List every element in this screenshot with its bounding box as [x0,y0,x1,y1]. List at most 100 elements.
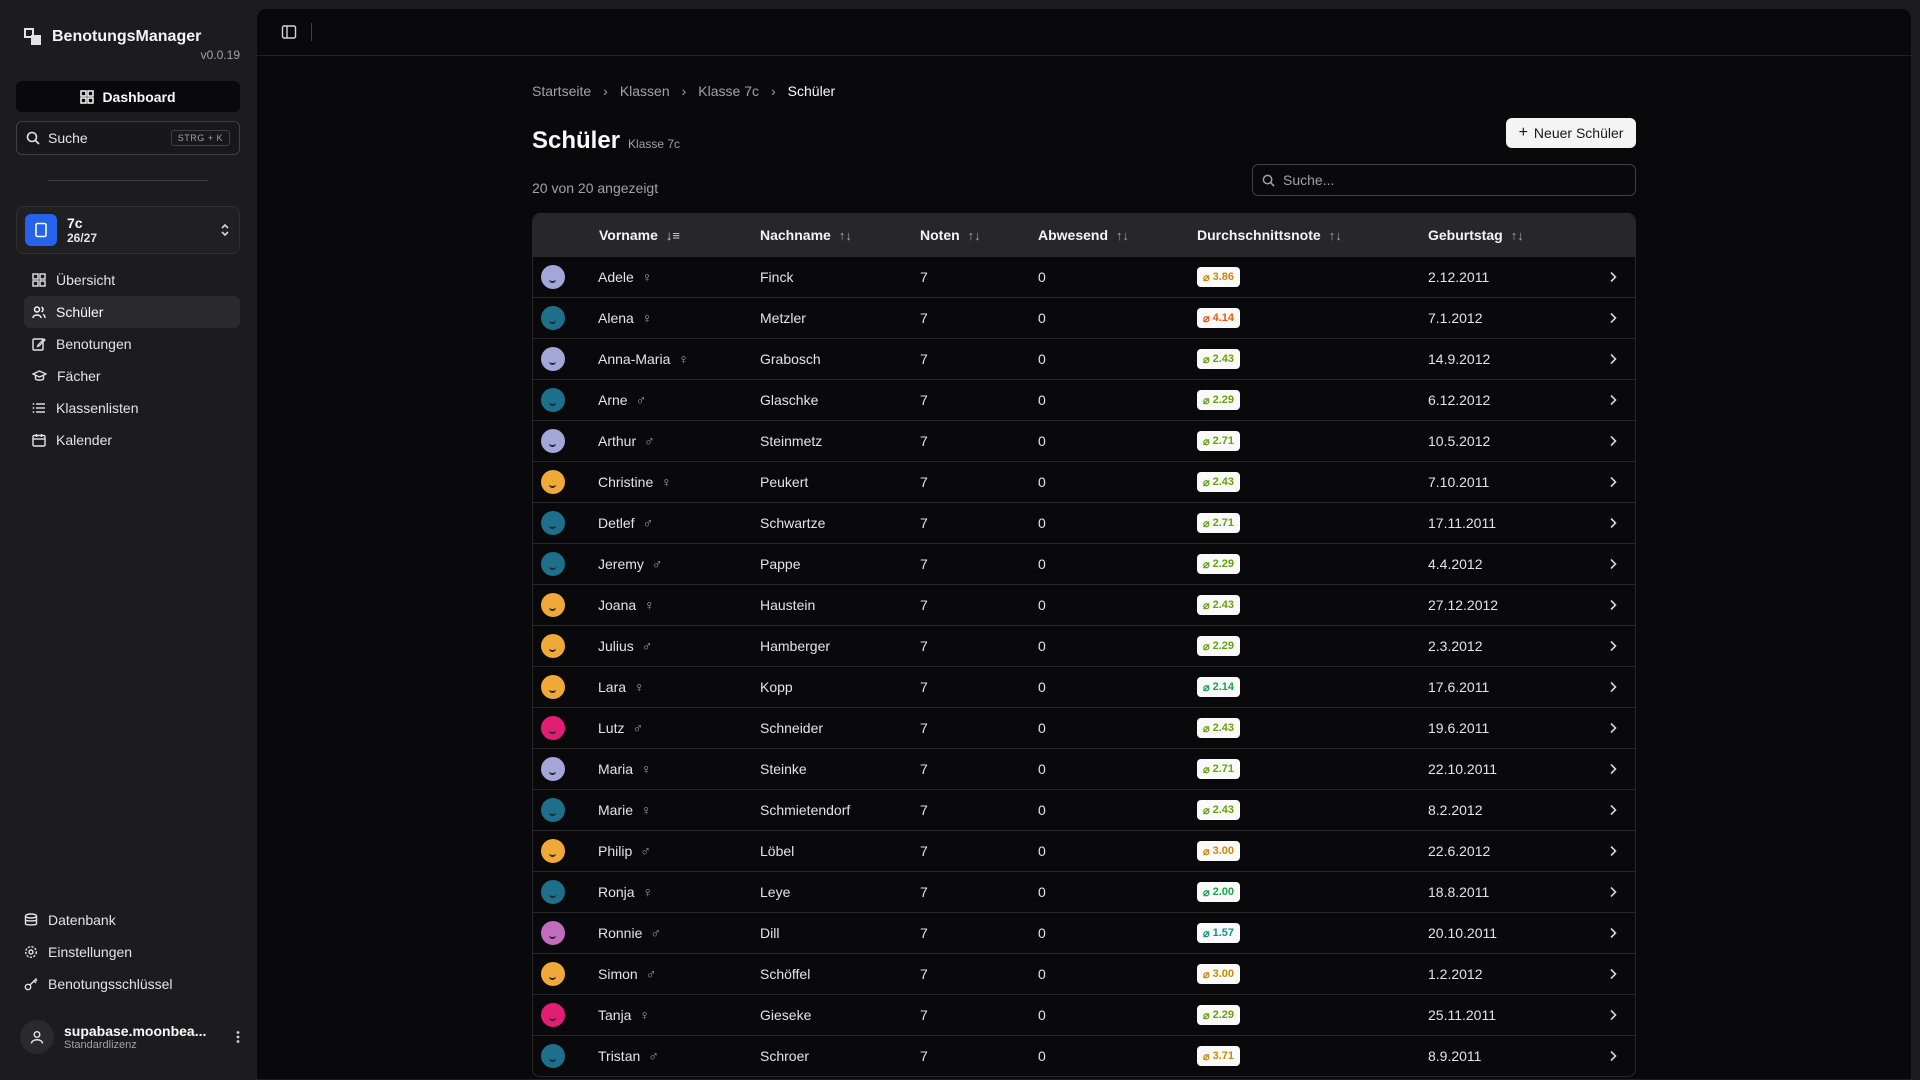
chevron-right-icon[interactable] [1609,872,1617,912]
average-grade: 3.00 [1212,968,1235,980]
chevron-right-icon[interactable] [1609,913,1617,953]
table-row[interactable]: Detlef ♂ Schwartze 7 0 ⌀ 2.71 17.11.2011 [533,502,1635,543]
sidebar-item-schueler[interactable]: Schüler [24,296,240,328]
sidebar-item-kalender[interactable]: Kalender [24,424,240,456]
chevron-right-icon[interactable] [1609,421,1617,461]
sort-icon: ↑↓ [838,227,852,243]
sidebar-item-label: Kalender [56,432,113,448]
sidebar-toggle-icon[interactable] [281,24,297,40]
search-icon [26,131,40,145]
table-row[interactable]: Christine ♀ Peukert 7 0 ⌀ 2.43 7.10.2011 [533,461,1635,502]
chevron-right-icon[interactable] [1609,831,1617,871]
table-row[interactable]: Maria ♀ Steinke 7 0 ⌀ 2.71 22.10.2011 [533,748,1635,789]
birthday: 25.11.2011 [1428,1007,1496,1023]
breadcrumb-klassen[interactable]: Klassen [620,83,670,99]
column-geburtstag[interactable]: Geburtstag ↑↓ [1428,214,1524,256]
chevron-right-icon[interactable] [1609,380,1617,420]
sidebar-item-klassenlisten[interactable]: Klassenlisten [24,392,240,424]
table-row[interactable]: Tanja ♀ Gieseke 7 0 ⌀ 2.29 25.11.2011 [533,994,1635,1035]
column-abwesend[interactable]: Abwesend ↑↓ [1038,214,1129,256]
new-student-button[interactable]: + Neuer Schüler [1506,118,1636,148]
first-name-cell: Philip ♂ [598,831,651,871]
table-row[interactable]: Arthur ♂ Steinmetz 7 0 ⌀ 2.71 10.5.2012 [533,420,1635,461]
table-row[interactable]: Philip ♂ Löbel 7 0 ⌀ 3.00 22.6.2012 [533,830,1635,871]
chevron-right-icon[interactable] [1609,257,1617,297]
avatar [541,593,565,617]
sidebar-item-benotungen[interactable]: Benotungen [24,328,240,360]
chevron-right-icon[interactable] [1609,298,1617,338]
chevron-right-icon[interactable] [1609,1036,1617,1076]
chevron-right-icon[interactable] [1609,544,1617,584]
column-durchschnittsnote[interactable]: Durchschnittsnote ↑↓ [1197,214,1342,256]
chevron-right-icon[interactable] [1609,790,1617,830]
average-grade-badge: ⌀ 3.00 [1197,964,1241,984]
table-row[interactable]: Marie ♀ Schmietendorf 7 0 ⌀ 2.43 8.2.201… [533,789,1635,830]
chevron-right-icon[interactable] [1609,749,1617,789]
table-row[interactable]: Joana ♀ Haustein 7 0 ⌀ 2.43 27.12.2012 [533,584,1635,625]
table-row[interactable]: Tristan ♂ Schroer 7 0 ⌀ 3.71 8.9.2011 [533,1035,1635,1076]
average-grade-badge: ⌀ 2.29 [1197,390,1241,410]
chevron-right-icon[interactable] [1609,626,1617,666]
dashboard-button[interactable]: Dashboard [16,81,240,112]
chevron-right-icon[interactable] [1609,667,1617,707]
brand[interactable]: BenotungsManager [24,28,201,46]
average-grade: 3.86 [1212,271,1235,283]
last-name: Löbel [760,843,795,859]
user-menu[interactable]: supabase.moonbea... Standardlizenz [20,1020,240,1054]
avatar-cell [541,380,565,420]
gender-icon: ♀ [642,884,654,900]
table-row[interactable]: Lutz ♂ Schneider 7 0 ⌀ 2.43 19.6.2011 [533,707,1635,748]
sidebar-item-einstellungen[interactable]: Einstellungen [16,936,240,968]
absent-count: 0 [1038,1048,1046,1064]
class-switcher[interactable]: 7c 26/27 [16,206,240,254]
grades-count: 7 [920,1048,928,1064]
last-name: Steinmetz [760,433,823,449]
chevron-right-icon[interactable] [1609,708,1617,748]
table-row[interactable]: Ronja ♀ Leye 7 0 ⌀ 2.00 18.8.2011 [533,871,1635,912]
sidebar-item-benotungsschluessel[interactable]: Benotungsschlüssel [16,968,240,1000]
last-name: Grabosch [760,351,821,367]
table-row[interactable]: Arne ♂ Glaschke 7 0 ⌀ 2.29 6.12.2012 [533,379,1635,420]
avatar [541,634,565,658]
table-row[interactable]: Lara ♀ Kopp 7 0 ⌀ 2.14 17.6.2011 [533,666,1635,707]
chevron-right-icon[interactable] [1609,585,1617,625]
grades-count: 7 [920,433,928,449]
sidebar-item-uebersicht[interactable]: Übersicht [24,264,240,296]
table-row[interactable]: Julius ♂ Hamberger 7 0 ⌀ 2.29 2.3.2012 [533,625,1635,666]
chevron-right-icon[interactable] [1609,462,1617,502]
table-row[interactable]: Alena ♀ Metzler 7 0 ⌀ 4.14 7.1.2012 [533,297,1635,338]
first-name-cell: Anna-Maria ♀ [598,339,689,379]
sidebar-item-faecher[interactable]: Fächer [24,360,240,392]
birthday: 22.6.2012 [1428,843,1491,859]
column-noten[interactable]: Noten ↑↓ [920,214,981,256]
chevron-right-icon[interactable] [1609,995,1617,1035]
breadcrumb-startseite[interactable]: Startseite [532,83,591,99]
chevron-right-icon[interactable] [1609,503,1617,543]
column-vorname[interactable]: Vorname ↓≡ [599,214,680,256]
column-label: Geburtstag [1428,227,1503,243]
column-nachname[interactable]: Nachname ↑↓ [760,214,852,256]
sidebar-item-label: Schüler [56,304,104,320]
table-row[interactable]: Adele ♀ Finck 7 0 ⌀ 3.86 2.12.2011 [533,256,1635,297]
more-vertical-icon[interactable] [236,1030,240,1044]
average-grade-badge: ⌀ 2.00 [1197,882,1241,902]
chevron-right-icon[interactable] [1609,954,1617,994]
table-row[interactable]: Ronnie ♂ Dill 7 0 ⌀ 1.57 20.10.2011 [533,912,1635,953]
table-row[interactable]: Anna-Maria ♀ Grabosch 7 0 ⌀ 2.43 14.9.20… [533,338,1635,379]
users-icon [32,306,46,319]
student-search-input[interactable]: Suche... [1252,164,1636,196]
table-row[interactable]: Jeremy ♂ Pappe 7 0 ⌀ 2.29 4.4.2012 [533,543,1635,584]
birthday: 20.10.2011 [1428,925,1498,941]
absent-count: 0 [1038,1007,1046,1023]
breadcrumb-klasse[interactable]: Klasse 7c [698,83,759,99]
table-row[interactable]: Simon ♂ Schöffel 7 0 ⌀ 3.00 1.2.2012 [533,953,1635,994]
user-license: Standardlizenz [64,1039,137,1051]
last-name: Hamberger [760,638,831,654]
first-name-cell: Alena ♀ [598,298,652,338]
sidebar-search-label: Suche [48,130,88,146]
sidebar-search[interactable]: Suche STRG + K [16,121,240,155]
chevron-right-icon: › [681,83,687,99]
sidebar-item-datenbank[interactable]: Datenbank [16,904,240,936]
chevron-right-icon[interactable] [1609,339,1617,379]
avatar [541,839,565,863]
